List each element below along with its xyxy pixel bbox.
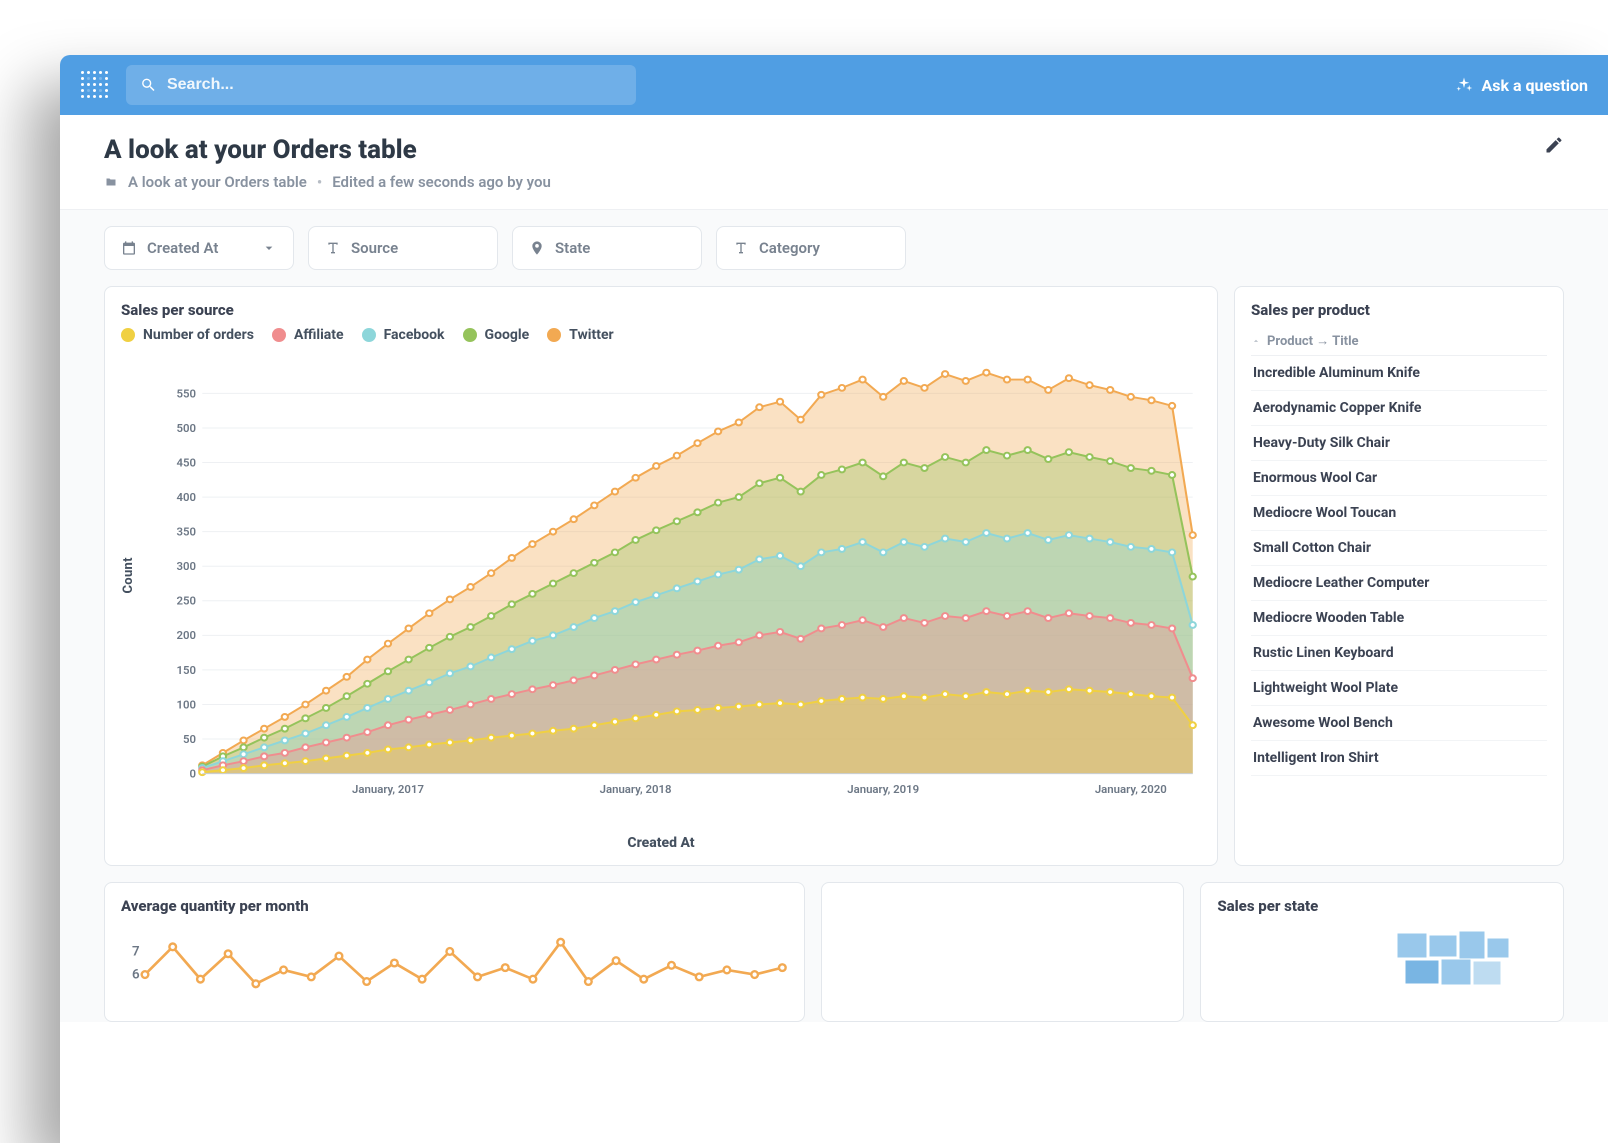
map-chart[interactable] [1217,923,1517,1003]
filter-label: Source [351,239,398,257]
svg-text:150: 150 [177,664,197,677]
table-row[interactable]: Mediocre Wooden Table [1251,601,1547,636]
svg-text:6: 6 [132,968,140,983]
folder-icon [104,176,118,188]
x-axis-label: Created At [627,835,694,851]
text-icon [325,240,341,256]
filter-label: Category [759,239,820,257]
filter-created-at[interactable]: Created At [104,226,294,270]
edited-meta: Edited a few seconds ago by you [332,173,551,191]
search-box[interactable] [126,65,636,105]
chart-legend: Number of orders Affiliate Facebook Google T… [121,327,1201,343]
legend-dot-icon [547,328,561,342]
legend-label: Google [485,327,530,343]
card-title: Sales per source [121,301,1201,319]
content-grid: Sales per source Number of orders Affilia… [60,286,1608,882]
card-sales-per-source: Sales per source Number of orders Affilia… [104,286,1218,866]
legend-dot-icon [121,328,135,342]
table-row[interactable]: Mediocre Wool Toucan [1251,496,1547,531]
card-title: Sales per product [1251,301,1547,319]
table-row[interactable]: Lightweight Wool Plate [1251,671,1547,706]
header-bar: Ask a question [60,55,1608,115]
filter-source[interactable]: Source [308,226,498,270]
search-input[interactable] [167,76,622,94]
legend-item[interactable]: Number of orders [121,327,254,343]
table-row[interactable]: Intelligent Iron Shirt [1251,741,1547,776]
breadcrumb: A look at your Orders table • Edited a f… [104,173,551,191]
breadcrumb-link[interactable]: A look at your Orders table [128,173,307,191]
card-avg-quantity: Average quantity per month 76 [104,882,805,1022]
product-list: Incredible Aluminum KnifeAerodynamic Cop… [1251,356,1547,776]
legend-item[interactable]: Facebook [362,327,445,343]
filter-category[interactable]: Category [716,226,906,270]
card-empty [821,882,1185,1022]
card-title: Average quantity per month [121,897,788,915]
legend-dot-icon [272,328,286,342]
ask-label: Ask a question [1481,76,1588,95]
table-row[interactable]: Mediocre Leather Computer [1251,566,1547,601]
svg-text:7: 7 [132,944,140,959]
svg-text:200: 200 [177,630,197,643]
chart-area: Count 0 50 100 150 200 250 300 350 400 450 500 550 J… [121,351,1201,851]
card-title: Sales per state [1217,897,1547,915]
legend-label: Number of orders [143,327,254,343]
filter-label: State [555,239,590,257]
y-axis-label: Count [121,557,136,593]
area-chart[interactable]: 0 50 100 150 200 250 300 350 400 450 500 550 January… [165,351,1201,801]
table-row[interactable]: Small Cotton Chair [1251,531,1547,566]
bottom-row: Average quantity per month 76 Sales per … [60,882,1608,1022]
search-icon [140,76,157,94]
app-logo-icon[interactable] [80,70,110,100]
svg-text:100: 100 [177,699,197,712]
app-window: Ask a question A look at your Orders tab… [60,55,1608,1143]
legend-label: Facebook [384,327,445,343]
legend-dot-icon [362,328,376,342]
card-sales-per-state: Sales per state [1200,882,1564,1022]
svg-text:50: 50 [183,733,196,746]
table-row[interactable]: Aerodynamic Copper Knife [1251,391,1547,426]
chevron-down-icon [261,240,277,256]
svg-text:250: 250 [177,595,197,608]
edit-button[interactable] [1544,135,1564,159]
svg-text:450: 450 [177,457,197,470]
sort-asc-icon [1251,336,1261,346]
location-icon [529,240,545,256]
legend-dot-icon [463,328,477,342]
svg-text:January, 2019: January, 2019 [847,783,919,796]
page-title: A look at your Orders table [104,135,551,165]
legend-item[interactable]: Twitter [547,327,613,343]
ask-a-question-button[interactable]: Ask a question [1455,76,1588,95]
table-row[interactable]: Awesome Wool Bench [1251,706,1547,741]
svg-text:550: 550 [177,388,197,401]
legend-item[interactable]: Affiliate [272,327,344,343]
table-row[interactable]: Enormous Wool Car [1251,461,1547,496]
svg-text:400: 400 [177,491,197,504]
svg-text:350: 350 [177,526,197,539]
card-sales-per-product: Sales per product Product → Title Incred… [1234,286,1564,866]
line-chart-mini[interactable]: 76 [121,923,788,1003]
filters-row: Created At Source State Category [60,210,1608,286]
svg-text:January, 2017: January, 2017 [352,783,424,796]
pencil-icon [1544,135,1564,155]
text-icon [733,240,749,256]
title-area: A look at your Orders table A look at yo… [60,115,1608,210]
svg-text:January, 2018: January, 2018 [600,783,672,796]
table-row[interactable]: Incredible Aluminum Knife [1251,356,1547,391]
svg-text:January, 2020: January, 2020 [1095,783,1167,796]
filter-label: Created At [147,239,218,257]
column-header-label: Product → Title [1267,333,1359,349]
legend-label: Affiliate [294,327,344,343]
svg-text:500: 500 [177,422,197,435]
svg-text:300: 300 [177,560,197,573]
legend-label: Twitter [569,327,613,343]
legend-item[interactable]: Google [463,327,530,343]
table-row[interactable]: Rustic Linen Keyboard [1251,636,1547,671]
table-row[interactable]: Heavy-Duty Silk Chair [1251,426,1547,461]
filter-state[interactable]: State [512,226,702,270]
sparkle-icon [1455,76,1473,94]
calendar-icon [121,240,137,256]
product-table-header[interactable]: Product → Title [1251,327,1547,356]
svg-text:0: 0 [190,768,197,781]
